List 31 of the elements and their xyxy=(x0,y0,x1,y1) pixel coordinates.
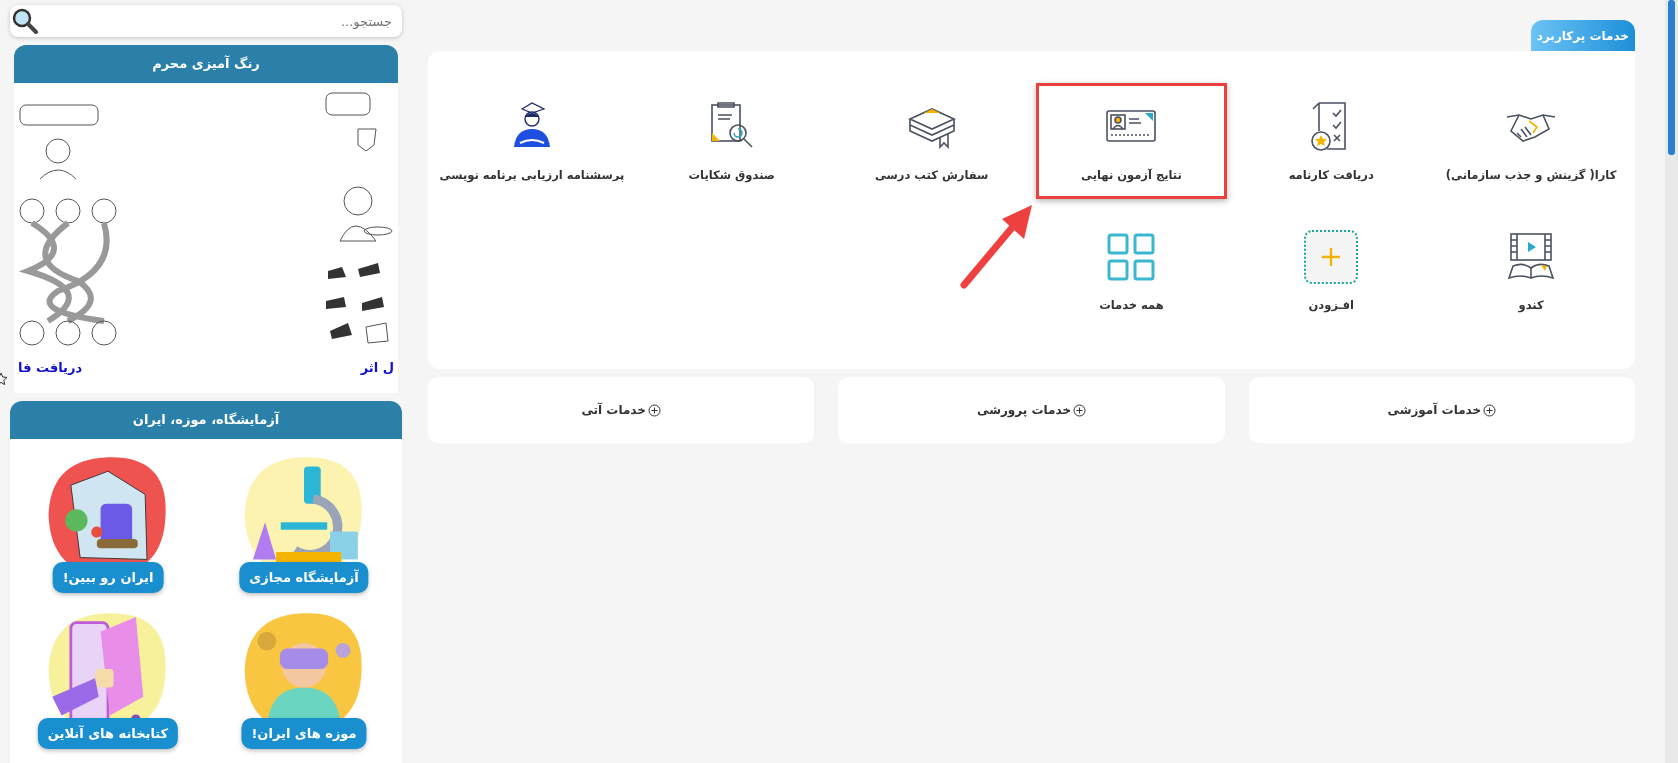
service-item[interactable]: پرسشنامه ارزیابی برنامه نویسی xyxy=(436,83,628,199)
service-item[interactable]: افـزودن xyxy=(1235,213,1428,329)
search-field[interactable]: جستجو... xyxy=(10,5,402,37)
service-item[interactable]: دریافت کارنامه xyxy=(1235,83,1428,199)
service-item[interactable]: صندوق شکایات xyxy=(635,83,828,199)
service-item[interactable]: کارا( گزینش و جذب سازمانی) xyxy=(1435,83,1627,199)
download-link[interactable]: دریافت فا xyxy=(18,360,83,375)
download-link[interactable]: ل اثر xyxy=(360,360,394,375)
tile-label-button[interactable]: ایران رو ببین! xyxy=(52,562,164,593)
plus-icon xyxy=(1321,247,1342,267)
add-tile[interactable] xyxy=(1304,230,1359,284)
plus-circle-icon xyxy=(1073,403,1087,417)
card-title: آزمایشگاه، موزه، ایران xyxy=(10,401,402,439)
service-item[interactable]: سفارش کتب درسی xyxy=(835,83,1028,199)
card-title: رنگ آمیزی محرم xyxy=(14,45,398,83)
grid-icon xyxy=(1107,233,1156,281)
plus-circle-icon xyxy=(1483,403,1497,417)
category-button[interactable]: خدمات آتی xyxy=(428,377,815,443)
scrollbar[interactable] xyxy=(1665,0,1678,763)
plus-circle-icon xyxy=(647,403,661,417)
category-button[interactable]: خدمات آموزشی xyxy=(1248,377,1635,443)
tile-label-button[interactable]: موزه های ایران! xyxy=(241,718,367,749)
tile-label-button[interactable]: آزمایشگاه مجازی xyxy=(239,562,369,593)
category-button[interactable]: خدمات پرورشی xyxy=(838,377,1225,443)
video-book-icon xyxy=(1507,232,1556,282)
service-item[interactable]: همه خدمات xyxy=(1035,213,1228,329)
service-item[interactable]: کندو xyxy=(1435,213,1627,329)
service-item[interactable]: نتایج آزمون نهایی xyxy=(1035,83,1228,199)
tile-label-button[interactable]: کتابخانه های آنلاین xyxy=(37,718,179,749)
search-input[interactable]: جستجو... xyxy=(38,12,394,30)
search-icon[interactable] xyxy=(12,8,38,34)
